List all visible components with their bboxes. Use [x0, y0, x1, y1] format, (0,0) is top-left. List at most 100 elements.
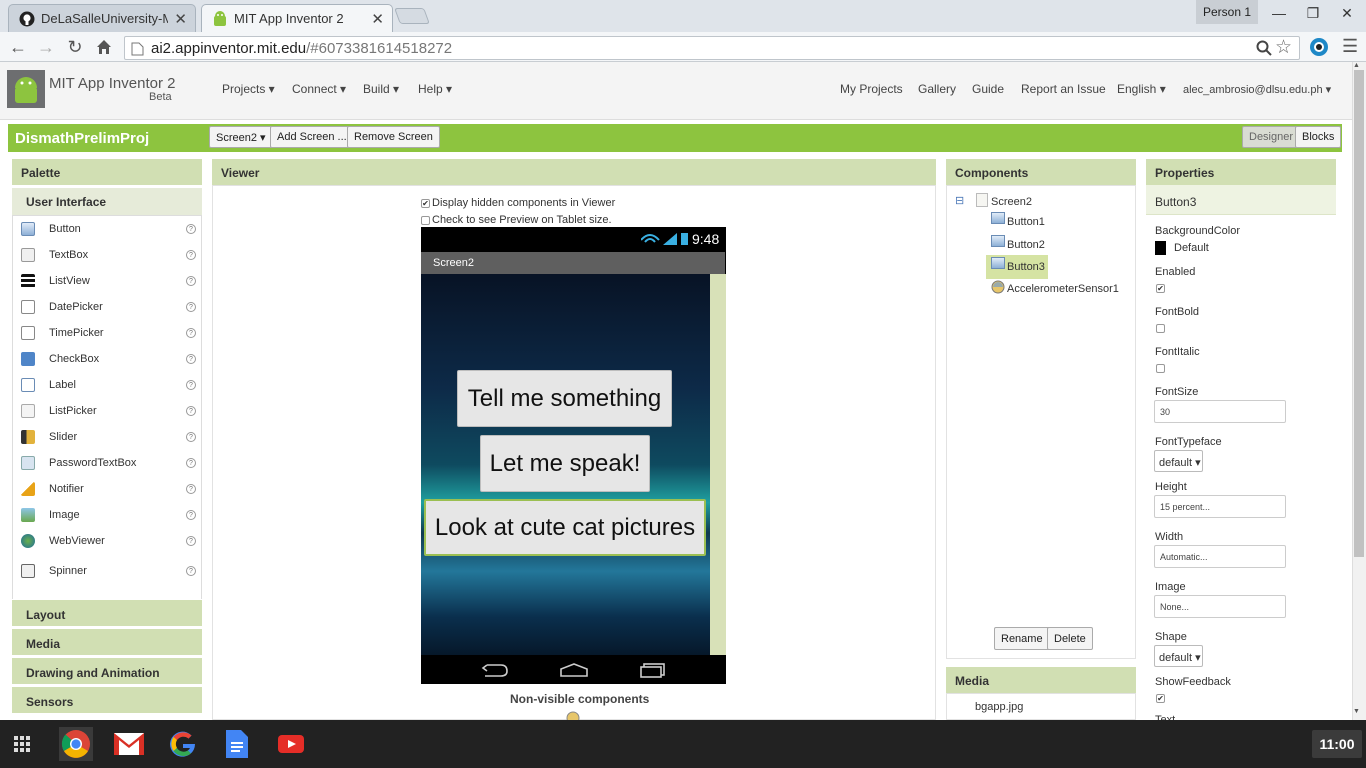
help-icon[interactable]: ? — [186, 250, 196, 260]
palette-item-spinner[interactable]: Spinner? — [12, 558, 202, 584]
add-screen-button[interactable]: Add Screen ... — [270, 126, 354, 148]
google-search-icon[interactable] — [166, 727, 200, 761]
tree-item-button1[interactable]: Button1 — [1007, 216, 1045, 228]
prop-image-input[interactable]: None... — [1154, 595, 1286, 618]
prop-backgroundcolor-value[interactable]: Default — [1174, 242, 1209, 254]
close-window-icon[interactable]: ✕ — [1332, 2, 1362, 24]
palette-item-webviewer[interactable]: WebViewer? — [12, 528, 202, 554]
color-swatch[interactable] — [1155, 241, 1166, 255]
language-select[interactable]: English ▾ — [1117, 82, 1166, 96]
prop-shape-select[interactable]: default ▾ — [1154, 645, 1203, 667]
tree-item-button3[interactable]: Button3 — [1007, 261, 1045, 273]
delete-button[interactable]: Delete — [1047, 627, 1093, 650]
minimize-icon[interactable]: — — [1264, 2, 1294, 24]
tree-item-button2[interactable]: Button2 — [1007, 239, 1045, 251]
phone-button-2[interactable]: Let me speak! — [480, 435, 650, 492]
tab-app-inventor[interactable]: MIT App Inventor 2 ✕ — [201, 4, 393, 32]
help-icon[interactable]: ? — [186, 354, 196, 364]
phone-recents-icon[interactable] — [639, 662, 667, 678]
new-tab-button[interactable] — [394, 8, 430, 24]
palette-item-image[interactable]: Image? — [12, 502, 202, 528]
palette-item-label[interactable]: Label? — [12, 372, 202, 398]
tree-collapse-icon[interactable]: ⊟ — [955, 194, 964, 207]
prop-fontbold-checkbox[interactable] — [1156, 324, 1165, 333]
prop-showfeedback-checkbox[interactable]: ✔ — [1156, 694, 1165, 703]
menu-help[interactable]: Help ▾ — [418, 82, 452, 96]
prop-fonttypeface-select[interactable]: default ▾ — [1154, 450, 1203, 472]
palette-drawer-media[interactable]: Media — [12, 628, 202, 655]
palette-category-user-interface[interactable]: User Interface — [12, 187, 202, 215]
help-icon[interactable]: ? — [186, 458, 196, 468]
palette-item-slider[interactable]: Slider? — [12, 424, 202, 450]
tree-item-accelerometer[interactable]: AccelerometerSensor1 — [1007, 283, 1119, 295]
google-docs-icon[interactable] — [220, 727, 254, 761]
help-icon[interactable]: ? — [186, 224, 196, 234]
palette-item-timepicker[interactable]: TimePicker? — [12, 320, 202, 346]
menu-projects[interactable]: Projects ▾ — [222, 82, 275, 96]
phone-home-icon[interactable] — [559, 662, 589, 678]
menu-build[interactable]: Build ▾ — [363, 82, 399, 96]
palette-item-datepicker[interactable]: DatePicker? — [12, 294, 202, 320]
profile-button[interactable]: Person 1 — [1196, 0, 1258, 24]
home-icon[interactable] — [92, 35, 116, 59]
scrollbar-thumb[interactable] — [1354, 70, 1364, 557]
phone-button-3[interactable]: Look at cute cat pictures — [424, 499, 706, 556]
palette-item-button[interactable]: Button? — [12, 216, 202, 242]
bookmark-star-icon[interactable]: ☆ — [1275, 36, 1292, 59]
display-hidden-checkbox[interactable]: ✔ — [421, 198, 430, 208]
help-icon[interactable]: ? — [186, 432, 196, 442]
app-launcher-icon[interactable] — [5, 727, 39, 761]
palette-item-listview[interactable]: ListView? — [12, 268, 202, 294]
phone-back-icon[interactable] — [481, 662, 511, 678]
youtube-icon[interactable] — [274, 727, 308, 761]
display-hidden-option[interactable]: ✔ Display hidden components in Viewer — [421, 197, 615, 209]
forward-icon[interactable]: → — [34, 35, 58, 59]
palette-drawer-drawing[interactable]: Drawing and Animation — [12, 657, 202, 684]
menu-connect[interactable]: Connect ▾ — [292, 82, 346, 96]
screen-select-button[interactable]: Screen2 ▾ — [209, 126, 273, 148]
help-icon[interactable]: ? — [186, 484, 196, 494]
palette-item-passwordtextbox[interactable]: PasswordTextBox? — [12, 450, 202, 476]
extension-icon[interactable] — [1309, 37, 1329, 57]
tablet-preview-checkbox[interactable] — [421, 215, 430, 225]
help-icon[interactable]: ? — [186, 510, 196, 520]
tree-item-screen2[interactable]: Screen2 — [991, 196, 1032, 208]
back-icon[interactable]: ← — [6, 35, 30, 59]
help-icon[interactable]: ? — [186, 302, 196, 312]
tab-close-icon[interactable]: ✕ — [371, 10, 384, 28]
rename-button[interactable]: Rename — [994, 627, 1050, 650]
help-icon[interactable]: ? — [186, 380, 196, 390]
palette-item-notifier[interactable]: Notifier? — [12, 476, 202, 502]
phone-button-1[interactable]: Tell me something — [457, 370, 672, 427]
palette-item-textbox[interactable]: TextBox? — [12, 242, 202, 268]
gmail-icon[interactable] — [112, 727, 146, 761]
zoom-icon[interactable] — [1256, 40, 1272, 56]
help-icon[interactable]: ? — [186, 536, 196, 546]
palette-drawer-sensors[interactable]: Sensors — [12, 686, 202, 713]
link-guide[interactable]: Guide — [972, 82, 1004, 96]
system-clock[interactable]: 11:00 — [1312, 730, 1362, 758]
palette-item-listpicker[interactable]: ListPicker? — [12, 398, 202, 424]
chrome-menu-icon[interactable]: ☰ — [1342, 36, 1358, 57]
tab-github[interactable]: DeLaSalleUniversity-Manil ✕ — [8, 4, 196, 32]
help-icon[interactable]: ? — [186, 328, 196, 338]
palette-item-checkbox[interactable]: CheckBox? — [12, 346, 202, 372]
maximize-icon[interactable]: ❐ — [1298, 2, 1328, 24]
account-menu[interactable]: alec_ambrosio@dlsu.edu.ph ▾ — [1183, 83, 1331, 96]
help-icon[interactable]: ? — [186, 566, 196, 576]
help-icon[interactable]: ? — [186, 406, 196, 416]
chrome-icon[interactable] — [59, 727, 93, 761]
link-report-issue[interactable]: Report an Issue — [1021, 82, 1106, 96]
link-my-projects[interactable]: My Projects — [840, 82, 903, 96]
remove-screen-button[interactable]: Remove Screen — [347, 126, 440, 148]
prop-fontitalic-checkbox[interactable] — [1156, 364, 1165, 373]
scroll-up-icon[interactable]: ▲ — [1353, 62, 1360, 69]
reload-icon[interactable]: ↻ — [63, 35, 87, 59]
scroll-down-icon[interactable]: ▼ — [1353, 708, 1360, 715]
link-gallery[interactable]: Gallery — [918, 82, 956, 96]
blocks-button[interactable]: Blocks — [1295, 126, 1342, 148]
tab-close-icon[interactable]: ✕ — [174, 10, 187, 28]
prop-width-input[interactable]: Automatic... — [1154, 545, 1286, 568]
prop-height-input[interactable]: 15 percent... — [1154, 495, 1286, 518]
prop-fontsize-input[interactable]: 30 — [1154, 400, 1286, 423]
